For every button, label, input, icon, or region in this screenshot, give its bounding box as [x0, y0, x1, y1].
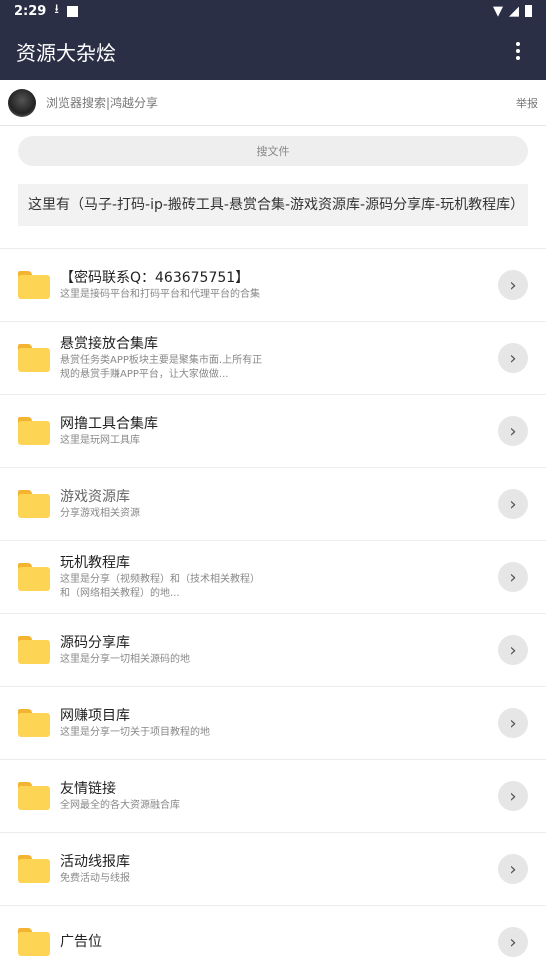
status-time: 2:29 [14, 3, 47, 19]
description-box: 这里有（马子-打码-ip-搬砖工具-悬赏合集-游戏资源库-源码分享库-玩机教程库… [18, 184, 528, 226]
more-options-icon[interactable] [506, 39, 530, 63]
folder-icon [18, 563, 50, 591]
status-bar: 2:29 ⭳ ▼ ◢ [0, 0, 546, 22]
avatar[interactable] [8, 88, 36, 117]
folder-icon [18, 855, 50, 883]
item-name: 游戏资源库 [60, 488, 130, 505]
chevron-right-icon[interactable]: › [498, 270, 528, 300]
chevron-right-icon[interactable]: › [498, 562, 528, 592]
list-item[interactable]: 广告位 › [0, 905, 546, 970]
folder-icon [18, 271, 50, 299]
item-desc: 这里是玩网工具库 [60, 434, 140, 446]
list-item[interactable]: 玩机教程库 这里是分享（视频教程）和（技术相关教程） 和（网络相关教程）的地..… [0, 540, 546, 613]
list-item[interactable]: 悬赏接放合集库 悬赏任务类APP板块主要是聚集市面.上所有正 规的悬赏手赚APP… [0, 321, 546, 394]
item-name: 网撸工具合集库 [60, 415, 158, 432]
item-desc: 免费活动与线报 [60, 872, 130, 884]
chevron-right-icon[interactable]: › [498, 343, 528, 373]
item-name: 活动线报库 [60, 853, 130, 870]
folder-icon [18, 417, 50, 445]
item-name: 友情链接 [60, 780, 116, 797]
item-desc: 悬赏任务类APP板块主要是聚集市面.上所有正 [60, 354, 263, 366]
item-name: 源码分享库 [60, 634, 130, 651]
chevron-right-icon[interactable]: › [498, 416, 528, 446]
item-desc: 这里是接码平台和打码平台和代理平台的合集 [60, 288, 260, 300]
item-desc: 分享游戏相关资源 [60, 507, 140, 519]
user-name: 浏览器搜索|鸿越分享 [46, 96, 159, 110]
signal-icon: ◢ [509, 3, 519, 19]
app-bar: 资源大杂烩 [0, 22, 546, 80]
page-title: 资源大杂烩 [16, 40, 116, 65]
list-item[interactable]: 【密码联系Q：463675751】 这里是接码平台和打码平台和代理平台的合集 › [0, 248, 546, 321]
item-name: 玩机教程库 [60, 554, 130, 571]
folder-icon [18, 709, 50, 737]
item-desc: 这里是分享（视频教程）和（技术相关教程） [60, 573, 260, 585]
list-item[interactable]: 游戏资源库 分享游戏相关资源 › [0, 467, 546, 540]
item-desc-2: 和（网络相关教程）的地... [60, 587, 180, 599]
folder-icon [18, 636, 50, 664]
wifi-icon: ▼ [493, 3, 503, 19]
list-item[interactable]: 活动线报库 免费活动与线报 › [0, 832, 546, 905]
folder-list: 【密码联系Q：463675751】 这里是接码平台和打码平台和代理平台的合集 ›… [0, 248, 546, 970]
item-name: 【密码联系Q：463675751】 [60, 269, 250, 286]
notification-icon [66, 5, 78, 17]
chevron-right-icon[interactable]: › [498, 781, 528, 811]
chevron-right-icon[interactable]: › [498, 708, 528, 738]
list-item[interactable]: 网撸工具合集库 这里是玩网工具库 › [0, 394, 546, 467]
chevron-right-icon[interactable]: › [498, 927, 528, 957]
list-item[interactable]: 源码分享库 这里是分享一切相关源码的地 › [0, 613, 546, 686]
item-desc-2: 规的悬赏手赚APP平台，让大家做做... [60, 368, 229, 380]
list-item[interactable]: 友情链接 全网最全的各大资源融合库 › [0, 759, 546, 832]
item-desc: 全网最全的各大资源融合库 [60, 799, 180, 811]
item-desc: 这里是分享一切相关源码的地 [60, 653, 190, 665]
item-desc: 这里是分享一切关于项目教程的地 [60, 726, 210, 738]
chevron-right-icon[interactable]: › [498, 854, 528, 884]
user-bar: 浏览器搜索|鸿越分享 举报 [0, 80, 546, 126]
item-name: 广告位 [60, 934, 102, 950]
battery-icon [525, 5, 532, 17]
chevron-right-icon[interactable]: › [498, 635, 528, 665]
folder-icon [18, 344, 50, 372]
folder-icon [18, 928, 50, 956]
chevron-right-icon[interactable]: › [498, 489, 528, 519]
list-item[interactable]: 网赚项目库 这里是分享一切关于项目教程的地 › [0, 686, 546, 759]
folder-icon [18, 782, 50, 810]
folder-icon [18, 490, 50, 518]
item-name: 悬赏接放合集库 [60, 335, 158, 352]
report-button[interactable]: 举报 [516, 95, 538, 111]
search-button[interactable]: 搜文件 [18, 136, 528, 166]
item-name: 网赚项目库 [60, 707, 130, 724]
download-icon: ⭳ [54, 2, 59, 17]
